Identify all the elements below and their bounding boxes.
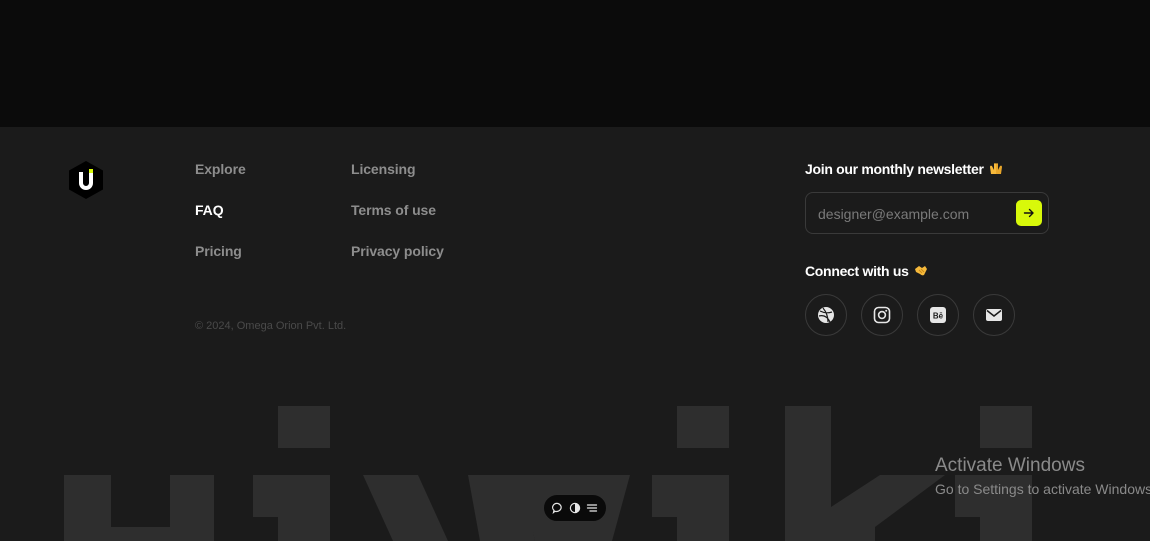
social-behance-button[interactable]: Bē — [917, 294, 959, 336]
footer-link-pricing[interactable]: Pricing — [195, 243, 242, 259]
comment-icon — [552, 502, 562, 514]
connect-title-text: Connect with us — [805, 263, 909, 279]
social-instagram-button[interactable] — [861, 294, 903, 336]
dribbble-icon — [818, 307, 834, 323]
comment-button[interactable] — [551, 501, 565, 515]
activate-windows-title: Activate Windows — [935, 455, 1085, 476]
social-dribbble-button[interactable] — [805, 294, 847, 336]
handshake-icon — [915, 266, 928, 276]
footer-wordmark-uiwiki — [64, 406, 1032, 541]
behance-icon: Bē — [930, 307, 946, 323]
connect-heading: Connect with us — [805, 263, 928, 279]
newsletter-heading: Join our monthly newsletter — [805, 161, 1003, 177]
footer-link-terms[interactable]: Terms of use — [351, 202, 436, 218]
menu-button[interactable] — [585, 501, 599, 515]
theme-toggle-icon — [569, 502, 581, 514]
brand-logo[interactable] — [66, 160, 106, 200]
floating-toolbar — [543, 494, 607, 522]
footer-link-faq[interactable]: FAQ — [195, 202, 224, 218]
newsletter-title-text: Join our monthly newsletter — [805, 161, 984, 177]
footer-link-privacy[interactable]: Privacy policy — [351, 243, 444, 259]
footer-link-explore[interactable]: Explore — [195, 161, 246, 177]
svg-text:Bē: Bē — [933, 312, 944, 321]
activate-windows-subtitle: Go to Settings to activate Windows. — [935, 481, 1150, 497]
instagram-icon — [873, 306, 891, 324]
raising-hands-icon — [990, 163, 1003, 174]
mail-icon — [986, 309, 1002, 321]
newsletter-form — [805, 192, 1049, 234]
footer-link-licensing[interactable]: Licensing — [351, 161, 416, 177]
site-footer: Explore FAQ Pricing Licensing Terms of u… — [0, 127, 1150, 541]
copyright-text: © 2024, Omega Orion Pvt. Ltd. — [195, 320, 347, 332]
menu-lines-icon — [586, 504, 598, 512]
logo-mark-icon — [69, 161, 103, 199]
top-band — [0, 0, 1150, 127]
theme-toggle-button[interactable] — [568, 501, 582, 515]
social-mail-button[interactable] — [973, 294, 1015, 336]
newsletter-submit-button[interactable] — [1016, 200, 1042, 226]
arrow-right-icon — [1023, 208, 1034, 218]
newsletter-email-input[interactable] — [818, 204, 1008, 224]
